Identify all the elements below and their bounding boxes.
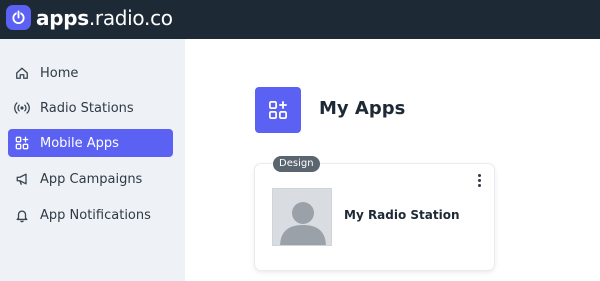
broadcast-icon — [14, 100, 30, 116]
sidebar-item-home[interactable]: Home — [8, 59, 173, 87]
sidebar-item-label: Home — [40, 65, 79, 81]
top-bar: apps.radio.co — [0, 0, 600, 39]
logo-brand: apps — [36, 6, 89, 30]
sidebar-item-mobile-apps[interactable]: Mobile Apps — [8, 129, 173, 157]
sidebar-item-label: App Notifications — [40, 207, 151, 223]
more-options-icon[interactable] — [472, 172, 486, 188]
app-name[interactable]: My Radio Station — [344, 208, 460, 222]
sidebar-item-app-notifications[interactable]: App Notifications — [8, 201, 173, 229]
home-icon — [14, 65, 30, 81]
sidebar-item-label: App Campaigns — [40, 171, 143, 187]
app-logo[interactable]: apps.radio.co — [36, 6, 173, 30]
apps-grid-icon — [14, 135, 30, 151]
logo-domain: .radio.co — [88, 6, 173, 30]
app-image-placeholder — [272, 188, 332, 246]
apps-grid-icon — [255, 87, 301, 133]
power-icon[interactable] — [6, 5, 31, 30]
sidebar-item-radio-stations[interactable]: Radio Stations — [8, 94, 173, 122]
sidebar-item-label: Mobile Apps — [40, 135, 119, 151]
status-badge: Design — [273, 156, 320, 172]
sidebar-item-app-campaigns[interactable]: App Campaigns — [8, 165, 173, 193]
sidebar: Home Radio Stations Mobile Apps App Camp… — [0, 39, 185, 281]
sidebar-item-label: Radio Stations — [40, 100, 134, 116]
bell-icon — [14, 207, 30, 223]
page-title: My Apps — [319, 98, 406, 119]
megaphone-icon — [14, 171, 30, 187]
